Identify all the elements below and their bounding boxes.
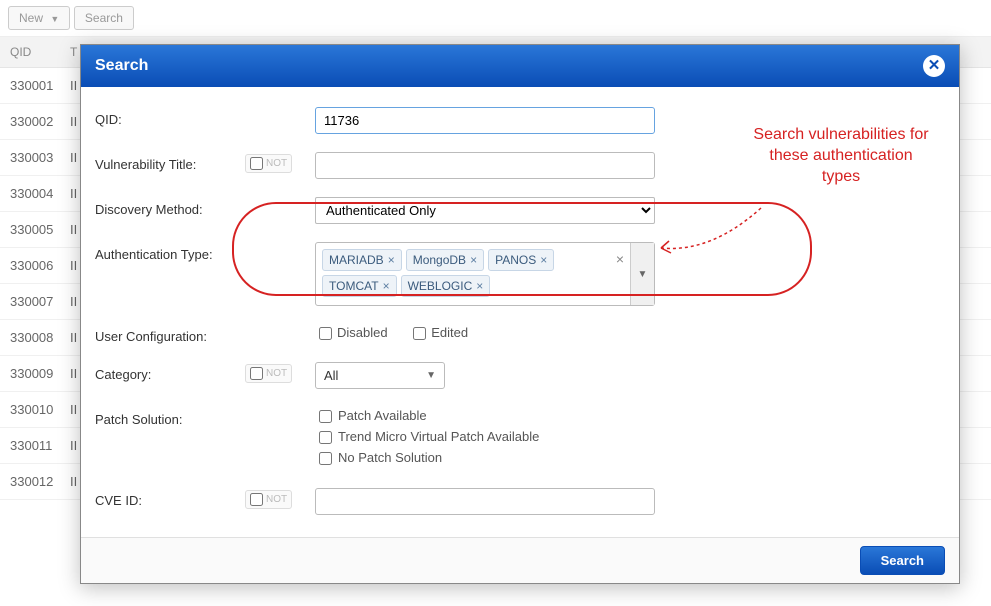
auth-tag: WEBLOGIC × xyxy=(401,275,491,297)
patch-available-label[interactable]: Patch Available xyxy=(315,407,655,426)
chevron-down-icon: ▼ xyxy=(426,370,436,381)
auth-tag: TOMCAT × xyxy=(322,275,397,297)
category-select[interactable]: All ▼ xyxy=(315,362,445,389)
tag-remove-icon[interactable]: × xyxy=(476,279,483,293)
edited-checkbox-label[interactable]: Edited xyxy=(409,325,468,340)
row-user-config: User Configuration: Disabled Edited xyxy=(95,324,945,344)
not-checkbox[interactable] xyxy=(250,367,263,380)
not-toggle-cve[interactable]: NOT xyxy=(245,490,292,509)
vuln-title-input[interactable] xyxy=(315,152,655,179)
user-config-label: User Configuration: xyxy=(95,324,245,344)
disabled-checkbox-label[interactable]: Disabled xyxy=(315,325,388,340)
tag-label: WEBLOGIC xyxy=(408,279,473,293)
no-patch-checkbox[interactable] xyxy=(319,452,332,465)
tag-remove-icon[interactable]: × xyxy=(470,253,477,267)
disabled-checkbox[interactable] xyxy=(319,327,332,340)
dropdown-toggle[interactable]: ▼ xyxy=(630,243,654,305)
category-value: All xyxy=(324,368,338,383)
row-cve: CVE ID: NOT xyxy=(95,488,945,515)
not-toggle-category[interactable]: NOT xyxy=(245,364,292,383)
clear-all-icon[interactable]: × xyxy=(616,251,624,267)
qid-input[interactable] xyxy=(315,107,655,134)
no-patch-label[interactable]: No Patch Solution xyxy=(315,449,655,468)
search-modal: Search ✕ QID: Vulnerability Title: NOT D… xyxy=(80,44,960,584)
tag-remove-icon[interactable]: × xyxy=(383,279,390,293)
auth-tag: PANOS × xyxy=(488,249,554,271)
auth-tag: MongoDB × xyxy=(406,249,484,271)
row-vuln-title: Vulnerability Title: NOT xyxy=(95,152,945,179)
edited-checkbox[interactable] xyxy=(413,327,426,340)
discovery-select[interactable]: Authenticated Only xyxy=(315,197,655,224)
search-button[interactable]: Search xyxy=(860,546,945,575)
tag-label: TOMCAT xyxy=(329,279,379,293)
row-category: Category: NOT All ▼ xyxy=(95,362,945,389)
row-auth-type: Authentication Type: MARIADB ×MongoDB ×P… xyxy=(95,242,945,306)
not-checkbox[interactable] xyxy=(250,493,263,506)
category-label: Category: xyxy=(95,362,245,382)
auth-type-label: Authentication Type: xyxy=(95,242,245,262)
vuln-title-label: Vulnerability Title: xyxy=(95,152,245,172)
trendmicro-label[interactable]: Trend Micro Virtual Patch Available xyxy=(315,428,655,447)
tag-label: MARIADB xyxy=(329,253,384,267)
patch-available-checkbox[interactable] xyxy=(319,410,332,423)
modal-header: Search ✕ xyxy=(81,45,959,87)
qid-label: QID: xyxy=(95,107,245,127)
auth-tag: MARIADB × xyxy=(322,249,402,271)
cve-input[interactable] xyxy=(315,488,655,515)
row-patch: Patch Solution: Patch Available Trend Mi… xyxy=(95,407,945,470)
row-qid: QID: xyxy=(95,107,945,134)
tag-remove-icon[interactable]: × xyxy=(388,253,395,267)
close-icon[interactable]: ✕ xyxy=(923,55,945,77)
modal-title: Search xyxy=(95,57,148,75)
discovery-label: Discovery Method: xyxy=(95,197,245,217)
auth-type-tags: MARIADB ×MongoDB ×PANOS ×TOMCAT ×WEBLOGI… xyxy=(316,243,630,305)
trendmicro-checkbox[interactable] xyxy=(319,431,332,444)
tag-label: MongoDB xyxy=(413,253,466,267)
not-toggle-vuln-title[interactable]: NOT xyxy=(245,154,292,173)
modal-body: QID: Vulnerability Title: NOT Discovery … xyxy=(81,87,959,537)
tag-label: PANOS xyxy=(495,253,536,267)
row-discovery: Discovery Method: Authenticated Only xyxy=(95,197,945,224)
not-checkbox[interactable] xyxy=(250,157,263,170)
cve-label: CVE ID: xyxy=(95,488,245,508)
tag-remove-icon[interactable]: × xyxy=(540,253,547,267)
patch-label: Patch Solution: xyxy=(95,407,245,427)
modal-footer: Search xyxy=(81,537,959,583)
auth-type-multiselect[interactable]: MARIADB ×MongoDB ×PANOS ×TOMCAT ×WEBLOGI… xyxy=(315,242,655,306)
